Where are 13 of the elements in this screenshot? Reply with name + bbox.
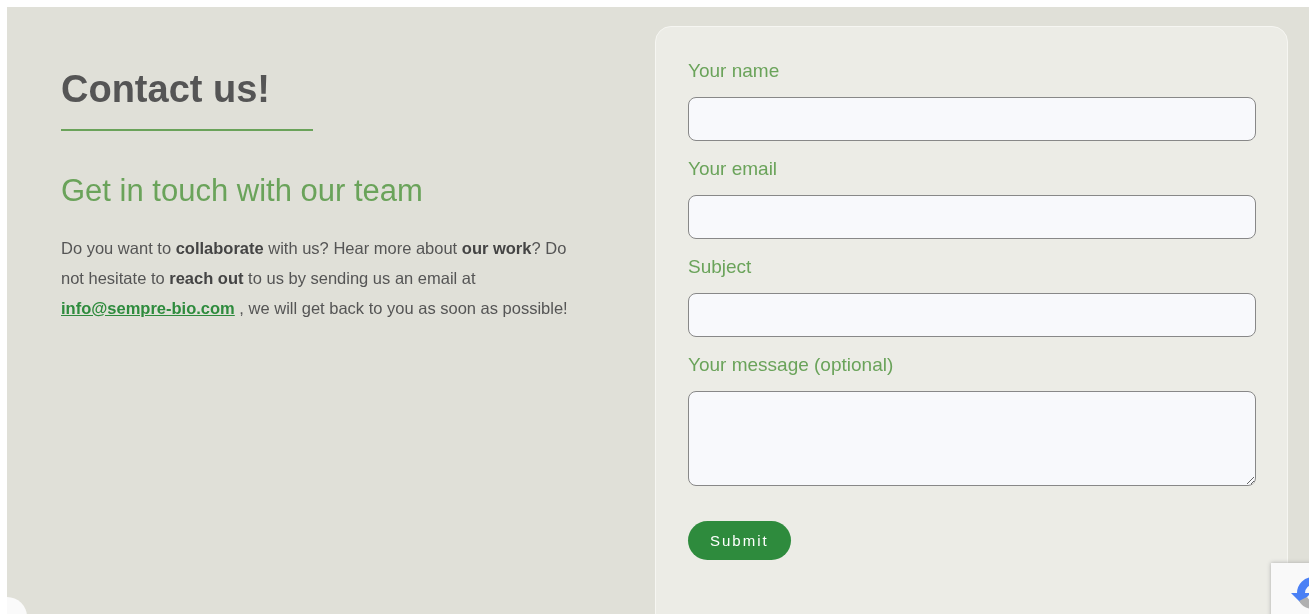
intro-paragraph: Do you want to collaborate with us? Hear more about our work? Do not hesitate to reach out to us by sending us an email at info@sempre-bio.com , we will get back to you as soon as possible! (61, 238, 569, 319)
field-label: Your message (optional) (688, 353, 894, 377)
input-field[interactable] (688, 195, 1256, 239)
field-label: Your email (688, 157, 778, 181)
page-heading: Contact us! (61, 67, 271, 112)
input-field[interactable] (688, 97, 1256, 141)
section-subheading: Get in touch with our team (61, 172, 424, 210)
message-field[interactable] (688, 391, 1256, 486)
field-label: Subject (688, 255, 752, 279)
input-field[interactable] (688, 293, 1256, 337)
submit-button[interactable]: Submit (688, 521, 791, 560)
field-label: Your name (688, 59, 780, 83)
email-link[interactable]: info@sempre-bio.com (61, 299, 235, 317)
